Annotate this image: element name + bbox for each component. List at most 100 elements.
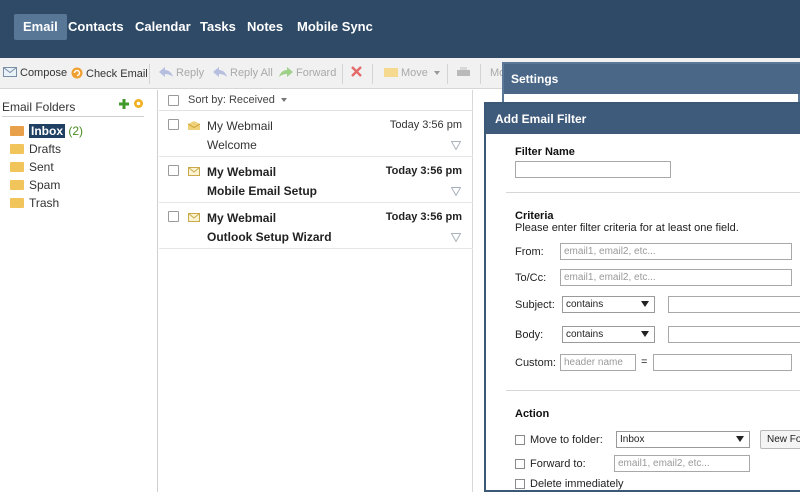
folder-label: Spam bbox=[29, 178, 61, 192]
move-to-folder-checkbox[interactable] bbox=[515, 435, 525, 445]
from-input[interactable]: email1, email2, etc... bbox=[560, 243, 792, 260]
reply-button[interactable]: Reply bbox=[159, 67, 204, 79]
nav-tasks[interactable]: Tasks bbox=[191, 14, 245, 40]
folder-drafts[interactable]: Drafts bbox=[10, 141, 61, 157]
folder-icon bbox=[10, 180, 24, 190]
folder-inbox[interactable]: Inbox (2) bbox=[10, 123, 83, 139]
check-email-button[interactable]: Check Email bbox=[71, 67, 148, 80]
subject-operator-value: contains bbox=[566, 299, 604, 310]
delete-immediately-checkbox[interactable] bbox=[515, 479, 525, 489]
tocc-input[interactable]: email1, email2, etc... bbox=[560, 269, 792, 286]
settings-title[interactable]: Settings bbox=[504, 64, 800, 94]
nav-calendar[interactable]: Calendar bbox=[126, 14, 200, 40]
criteria-heading: Criteria bbox=[515, 210, 554, 222]
chevron-down-icon bbox=[736, 436, 744, 442]
add-folder-icon[interactable] bbox=[119, 99, 129, 109]
folder-icon bbox=[384, 68, 398, 77]
body-label: Body: bbox=[515, 329, 544, 341]
move-folder-select[interactable]: Inbox bbox=[616, 431, 750, 448]
folder-trash[interactable]: Trash bbox=[10, 195, 59, 211]
forward-to-input[interactable]: email1, email2, etc... bbox=[614, 455, 750, 472]
new-folder-button[interactable]: New Fo bbox=[760, 430, 800, 449]
message-checkbox[interactable] bbox=[168, 211, 179, 222]
compose-button[interactable]: Compose bbox=[3, 67, 67, 79]
gear-icon[interactable] bbox=[133, 98, 144, 109]
filter-name-input[interactable] bbox=[515, 161, 671, 178]
divider bbox=[506, 390, 800, 391]
from-label: From: bbox=[515, 246, 544, 258]
body-operator-value: contains bbox=[566, 329, 604, 340]
refresh-icon bbox=[71, 67, 83, 79]
toolbar-divider bbox=[447, 64, 448, 84]
list-item[interactable]: My Webmail Welcome Today 3:56 pm bbox=[159, 112, 473, 157]
folder-icon bbox=[10, 162, 24, 172]
reply-all-label: Reply All bbox=[230, 67, 273, 79]
message-sender: My Webmail bbox=[207, 119, 273, 133]
envelope-icon bbox=[188, 213, 200, 222]
toolbar-divider bbox=[149, 64, 150, 84]
add-email-filter-dialog: Add Email Filter Filter Name Criteria Pl… bbox=[484, 102, 800, 492]
folder-pane: Email Folders Inbox (2) Drafts Sent Spam… bbox=[0, 90, 158, 492]
check-email-label: Check Email bbox=[86, 68, 148, 80]
reply-label: Reply bbox=[176, 67, 205, 79]
divider bbox=[2, 116, 144, 117]
message-checkbox[interactable] bbox=[168, 119, 179, 130]
folders-title: Email Folders bbox=[2, 100, 76, 114]
custom-header-input[interactable]: header name bbox=[560, 354, 636, 371]
divider bbox=[506, 192, 800, 193]
custom-label: Custom: bbox=[515, 357, 556, 369]
envelope-icon bbox=[188, 167, 200, 176]
toolbar-divider bbox=[372, 64, 373, 84]
folder-icon bbox=[10, 144, 24, 154]
message-date: Today 3:56 pm bbox=[385, 165, 462, 177]
message-subject: Welcome bbox=[207, 138, 257, 152]
list-item[interactable]: My Webmail Mobile Email Setup Today 3:56… bbox=[159, 158, 473, 203]
message-subject: Outlook Setup Wizard bbox=[207, 230, 332, 244]
chevron-down-icon bbox=[433, 71, 440, 75]
forward-icon bbox=[279, 67, 293, 77]
body-text-input[interactable] bbox=[668, 326, 800, 343]
message-subject: Mobile Email Setup bbox=[207, 184, 318, 198]
reply-all-icon bbox=[213, 67, 227, 77]
delete-immediately-label: Delete immediately bbox=[530, 478, 624, 490]
sort-label: Sort by: Received bbox=[188, 94, 275, 106]
delete-button[interactable] bbox=[351, 66, 362, 80]
message-sender: My Webmail bbox=[207, 211, 277, 225]
custom-value-input[interactable] bbox=[653, 354, 792, 371]
sort-dropdown[interactable]: Sort by: Received bbox=[188, 94, 287, 106]
subject-text-input[interactable] bbox=[668, 296, 800, 313]
subject-operator-select[interactable]: contains bbox=[562, 296, 655, 313]
select-all-checkbox[interactable] bbox=[168, 95, 179, 106]
folder-sent[interactable]: Sent bbox=[10, 159, 54, 175]
move-button[interactable]: Move bbox=[384, 67, 440, 79]
toolbar-divider bbox=[480, 64, 481, 84]
list-header: Sort by: Received bbox=[159, 90, 473, 111]
top-navigation: Email Contacts Calendar Tasks Notes Mobi… bbox=[0, 0, 800, 58]
subject-label: Subject: bbox=[515, 299, 555, 311]
equals-sign: = bbox=[641, 356, 648, 368]
print-button[interactable] bbox=[457, 67, 473, 80]
flag-icon[interactable] bbox=[451, 141, 461, 150]
tocc-label: To/Cc: bbox=[515, 272, 547, 284]
forward-to-checkbox[interactable] bbox=[515, 459, 525, 469]
folder-spam[interactable]: Spam bbox=[10, 177, 60, 193]
forward-button[interactable]: Forward bbox=[279, 67, 336, 79]
nav-mobile-sync[interactable]: Mobile Sync bbox=[288, 14, 382, 40]
flag-icon[interactable] bbox=[451, 187, 461, 196]
criteria-note: Please enter filter criteria for at leas… bbox=[515, 222, 739, 234]
nav-notes[interactable]: Notes bbox=[238, 14, 292, 40]
list-item[interactable]: My Webmail Outlook Setup Wizard Today 3:… bbox=[159, 204, 473, 249]
compose-label: Compose bbox=[20, 67, 68, 79]
delete-icon bbox=[351, 66, 362, 77]
message-checkbox[interactable] bbox=[168, 165, 179, 176]
filter-name-label: Filter Name bbox=[515, 146, 575, 158]
opened-envelope-icon bbox=[188, 121, 200, 130]
chevron-down-icon bbox=[641, 301, 649, 307]
reply-all-button[interactable]: Reply All bbox=[213, 67, 273, 79]
flag-icon[interactable] bbox=[451, 233, 461, 242]
folder-label: Sent bbox=[29, 160, 54, 174]
folder-label: Inbox bbox=[29, 124, 65, 138]
body-operator-select[interactable]: contains bbox=[562, 326, 655, 343]
dialog-title[interactable]: Add Email Filter bbox=[486, 104, 800, 134]
nav-contacts[interactable]: Contacts bbox=[59, 14, 133, 40]
